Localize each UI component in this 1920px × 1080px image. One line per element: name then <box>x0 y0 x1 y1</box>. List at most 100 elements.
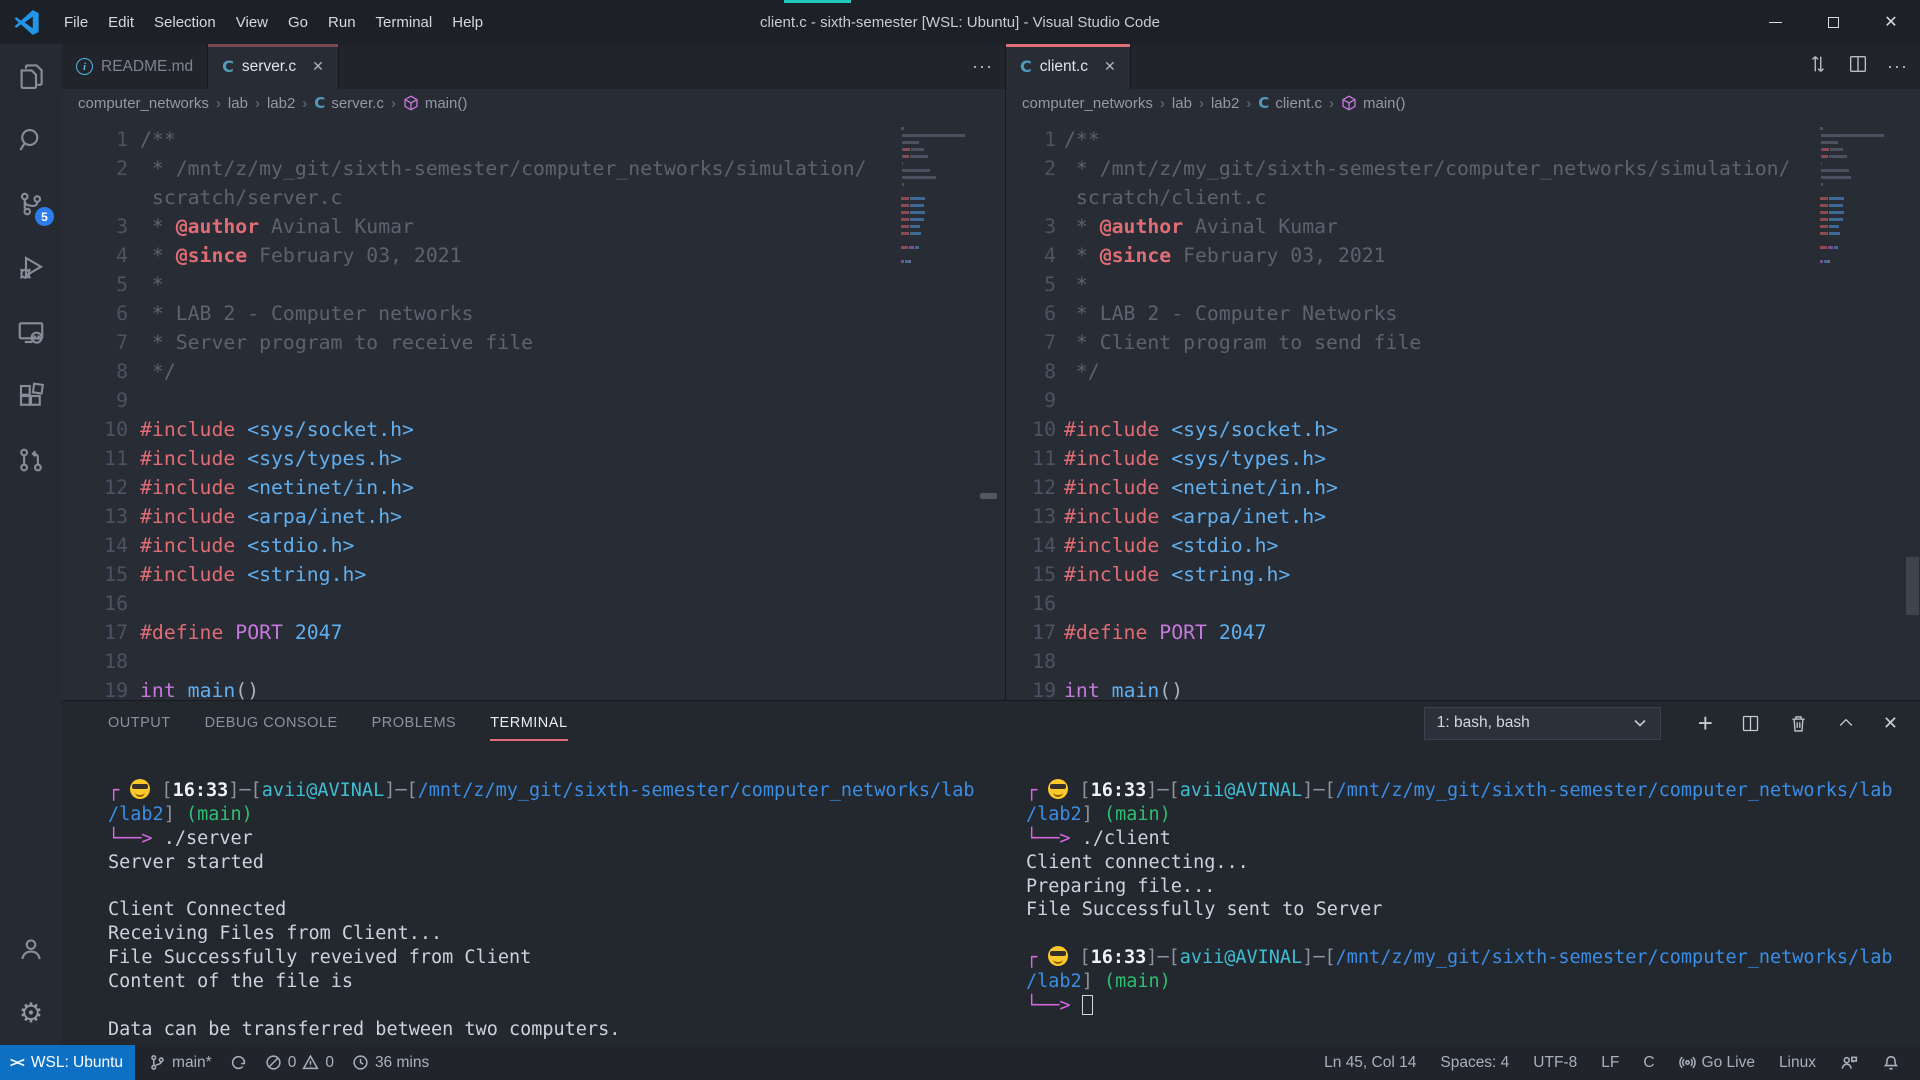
feedback-person-icon <box>1840 1054 1858 1072</box>
tab-label: server.c <box>242 58 296 76</box>
tab-client-c[interactable]: C client.c ✕ <box>1006 44 1131 89</box>
terminal-server[interactable]: ┌ [16:33]─[avii@AVINAL]─[/mnt/z/my_git/s… <box>62 779 1005 1042</box>
os-indicator[interactable]: Linux <box>1779 1054 1816 1072</box>
terminal-selector[interactable]: 1: bash, bash <box>1424 707 1661 740</box>
sync-status[interactable] <box>230 1054 247 1071</box>
menu-run[interactable]: Run <box>318 8 366 37</box>
git-branch-status[interactable]: main* <box>149 1054 212 1072</box>
menu-terminal[interactable]: Terminal <box>366 8 443 37</box>
breadcrumb-symbol[interactable]: main() <box>1363 95 1406 112</box>
minimap[interactable] <box>901 127 967 267</box>
encoding-status[interactable]: UTF-8 <box>1533 1054 1577 1072</box>
language-mode[interactable]: C <box>1643 1054 1654 1072</box>
extensions-icon[interactable] <box>0 364 62 428</box>
menu-selection[interactable]: Selection <box>144 8 226 37</box>
breadcrumb-item[interactable]: lab2 <box>1211 95 1239 112</box>
time-tracker-status[interactable]: 36 mins <box>352 1054 429 1072</box>
maximize-panel-icon[interactable] <box>1836 713 1856 733</box>
chevron-right-icon: › <box>391 95 396 112</box>
code-line: 5 * <box>62 270 1005 299</box>
panel-tab-output[interactable]: OUTPUT <box>108 711 171 735</box>
close-window-button[interactable]: ✕ <box>1862 0 1920 44</box>
breadcrumb-item[interactable]: lab2 <box>267 95 295 112</box>
code-line: 16 <box>1006 589 1920 618</box>
breadcrumb-item[interactable]: lab <box>228 95 248 112</box>
breadcrumb-file[interactable]: server.c <box>331 95 384 112</box>
settings-gear-icon[interactable]: ⚙ <box>0 981 62 1045</box>
chevron-right-icon: › <box>255 95 260 112</box>
minimize-button[interactable] <box>1746 0 1804 44</box>
code-line: 2 * /mnt/z/my_git/sixth-semester/compute… <box>62 154 1005 183</box>
cursor-position[interactable]: Ln 45, Col 14 <box>1324 1054 1416 1072</box>
menu-help[interactable]: Help <box>442 8 493 37</box>
menu-bar: FileEditSelectionViewGoRunTerminalHelp <box>54 8 493 37</box>
sync-icon <box>230 1054 247 1071</box>
panel-header: OUTPUT DEBUG CONSOLE PROBLEMS TERMINAL 1: b… <box>62 701 1920 745</box>
breadcrumb-symbol[interactable]: main() <box>425 95 468 112</box>
indentation-status[interactable]: Spaces: 4 <box>1440 1054 1509 1072</box>
notifications-button[interactable] <box>1882 1054 1900 1072</box>
code-editor-server[interactable]: 1/**2 * /mnt/z/my_git/sixth-semester/com… <box>62 117 1005 700</box>
menu-go[interactable]: Go <box>278 8 318 37</box>
editor-area: i README.md C server.c ✕ ··· computer_ne… <box>62 44 1920 700</box>
github-pull-requests-icon[interactable] <box>0 428 62 492</box>
breadcrumb-file[interactable]: client.c <box>1275 95 1322 112</box>
close-tab-icon[interactable]: ✕ <box>312 58 324 75</box>
more-actions-icon[interactable]: ··· <box>1887 56 1908 77</box>
new-terminal-icon[interactable]: + <box>1698 713 1713 733</box>
editor-group-server: i README.md C server.c ✕ ··· computer_ne… <box>62 44 1005 700</box>
breadcrumb-item[interactable]: computer_networks <box>1022 95 1153 112</box>
close-panel-icon[interactable]: ✕ <box>1883 713 1898 734</box>
terminal-line: /lab2] (main) <box>108 803 1005 827</box>
panel-tab-terminal[interactable]: TERMINAL <box>490 711 567 735</box>
code-line: 15#include <string.h> <box>1006 560 1920 589</box>
warnings-icon <box>302 1054 319 1071</box>
code-line: 8 */ <box>1006 357 1920 386</box>
code-line: 7 * Server program to receive file <box>62 328 1005 357</box>
menu-edit[interactable]: Edit <box>98 8 144 37</box>
code-line: 3 * @author Avinal Kumar <box>1006 212 1920 241</box>
remote-indicator[interactable]: >< WSL: Ubuntu <box>0 1045 135 1080</box>
panel-tabs: OUTPUT DEBUG CONSOLE PROBLEMS TERMINAL <box>108 711 568 735</box>
eol-status[interactable]: LF <box>1601 1054 1619 1072</box>
breadcrumb-item[interactable]: lab <box>1172 95 1192 112</box>
menu-file[interactable]: File <box>54 8 98 37</box>
minimap[interactable] <box>1820 127 1886 267</box>
code-line: 13#include <arpa/inet.h> <box>1006 502 1920 531</box>
tab-server-c[interactable]: C server.c ✕ <box>208 44 339 89</box>
more-actions-icon[interactable]: ··· <box>972 56 993 77</box>
code-line: 13#include <arpa/inet.h> <box>62 502 1005 531</box>
sunglasses-emoji <box>1048 946 1068 966</box>
feedback-button[interactable] <box>1840 1054 1858 1072</box>
problems-status[interactable]: 0 0 <box>265 1054 334 1072</box>
go-live-button[interactable]: Go Live <box>1679 1054 1755 1072</box>
terminal-line: ┌ [16:33]─[avii@AVINAL]─[/mnt/z/my_git/s… <box>108 779 1005 803</box>
scrollbar-slider[interactable] <box>1906 557 1919 615</box>
kill-terminal-icon[interactable] <box>1788 713 1809 734</box>
breadcrumb[interactable]: computer_networks›lab›lab2›Cclient.c›mai… <box>1006 89 1920 117</box>
close-tab-icon[interactable]: ✕ <box>1104 58 1116 75</box>
code-editor-client[interactable]: 1/**2 * /mnt/z/my_git/sixth-semester/com… <box>1006 117 1920 700</box>
panel-tab-debug-console[interactable]: DEBUG CONSOLE <box>205 711 338 735</box>
source-control-icon[interactable]: 5 <box>0 172 62 236</box>
maximize-button[interactable] <box>1804 0 1862 44</box>
terminal-client[interactable]: ┌ [16:33]─[avii@AVINAL]─[/mnt/z/my_git/s… <box>1005 779 1920 1042</box>
explorer-icon[interactable] <box>0 44 62 108</box>
breadcrumb[interactable]: computer_networks›lab›lab2›Cserver.c›mai… <box>62 89 1005 117</box>
run-debug-icon[interactable] <box>0 236 62 300</box>
code-line: 18 <box>62 647 1005 676</box>
tab-readme[interactable]: i README.md <box>62 44 208 89</box>
info-icon: i <box>76 58 93 75</box>
remote-explorer-icon[interactable] <box>0 300 62 364</box>
open-changes-icon[interactable] <box>1807 53 1829 80</box>
sash-handle[interactable] <box>980 493 997 499</box>
search-icon[interactable] <box>0 108 62 172</box>
terminal-line: ┌ [16:33]─[avii@AVINAL]─[/mnt/z/my_git/s… <box>1026 779 1920 803</box>
breadcrumb-item[interactable]: computer_networks <box>78 95 209 112</box>
accounts-icon[interactable] <box>0 917 62 981</box>
menu-view[interactable]: View <box>226 8 278 37</box>
split-editor-icon[interactable] <box>1847 53 1869 80</box>
split-terminal-icon[interactable] <box>1740 713 1761 734</box>
panel-tab-problems[interactable]: PROBLEMS <box>372 711 457 735</box>
terminal-line: File Successfully sent to Server <box>1026 898 1920 922</box>
